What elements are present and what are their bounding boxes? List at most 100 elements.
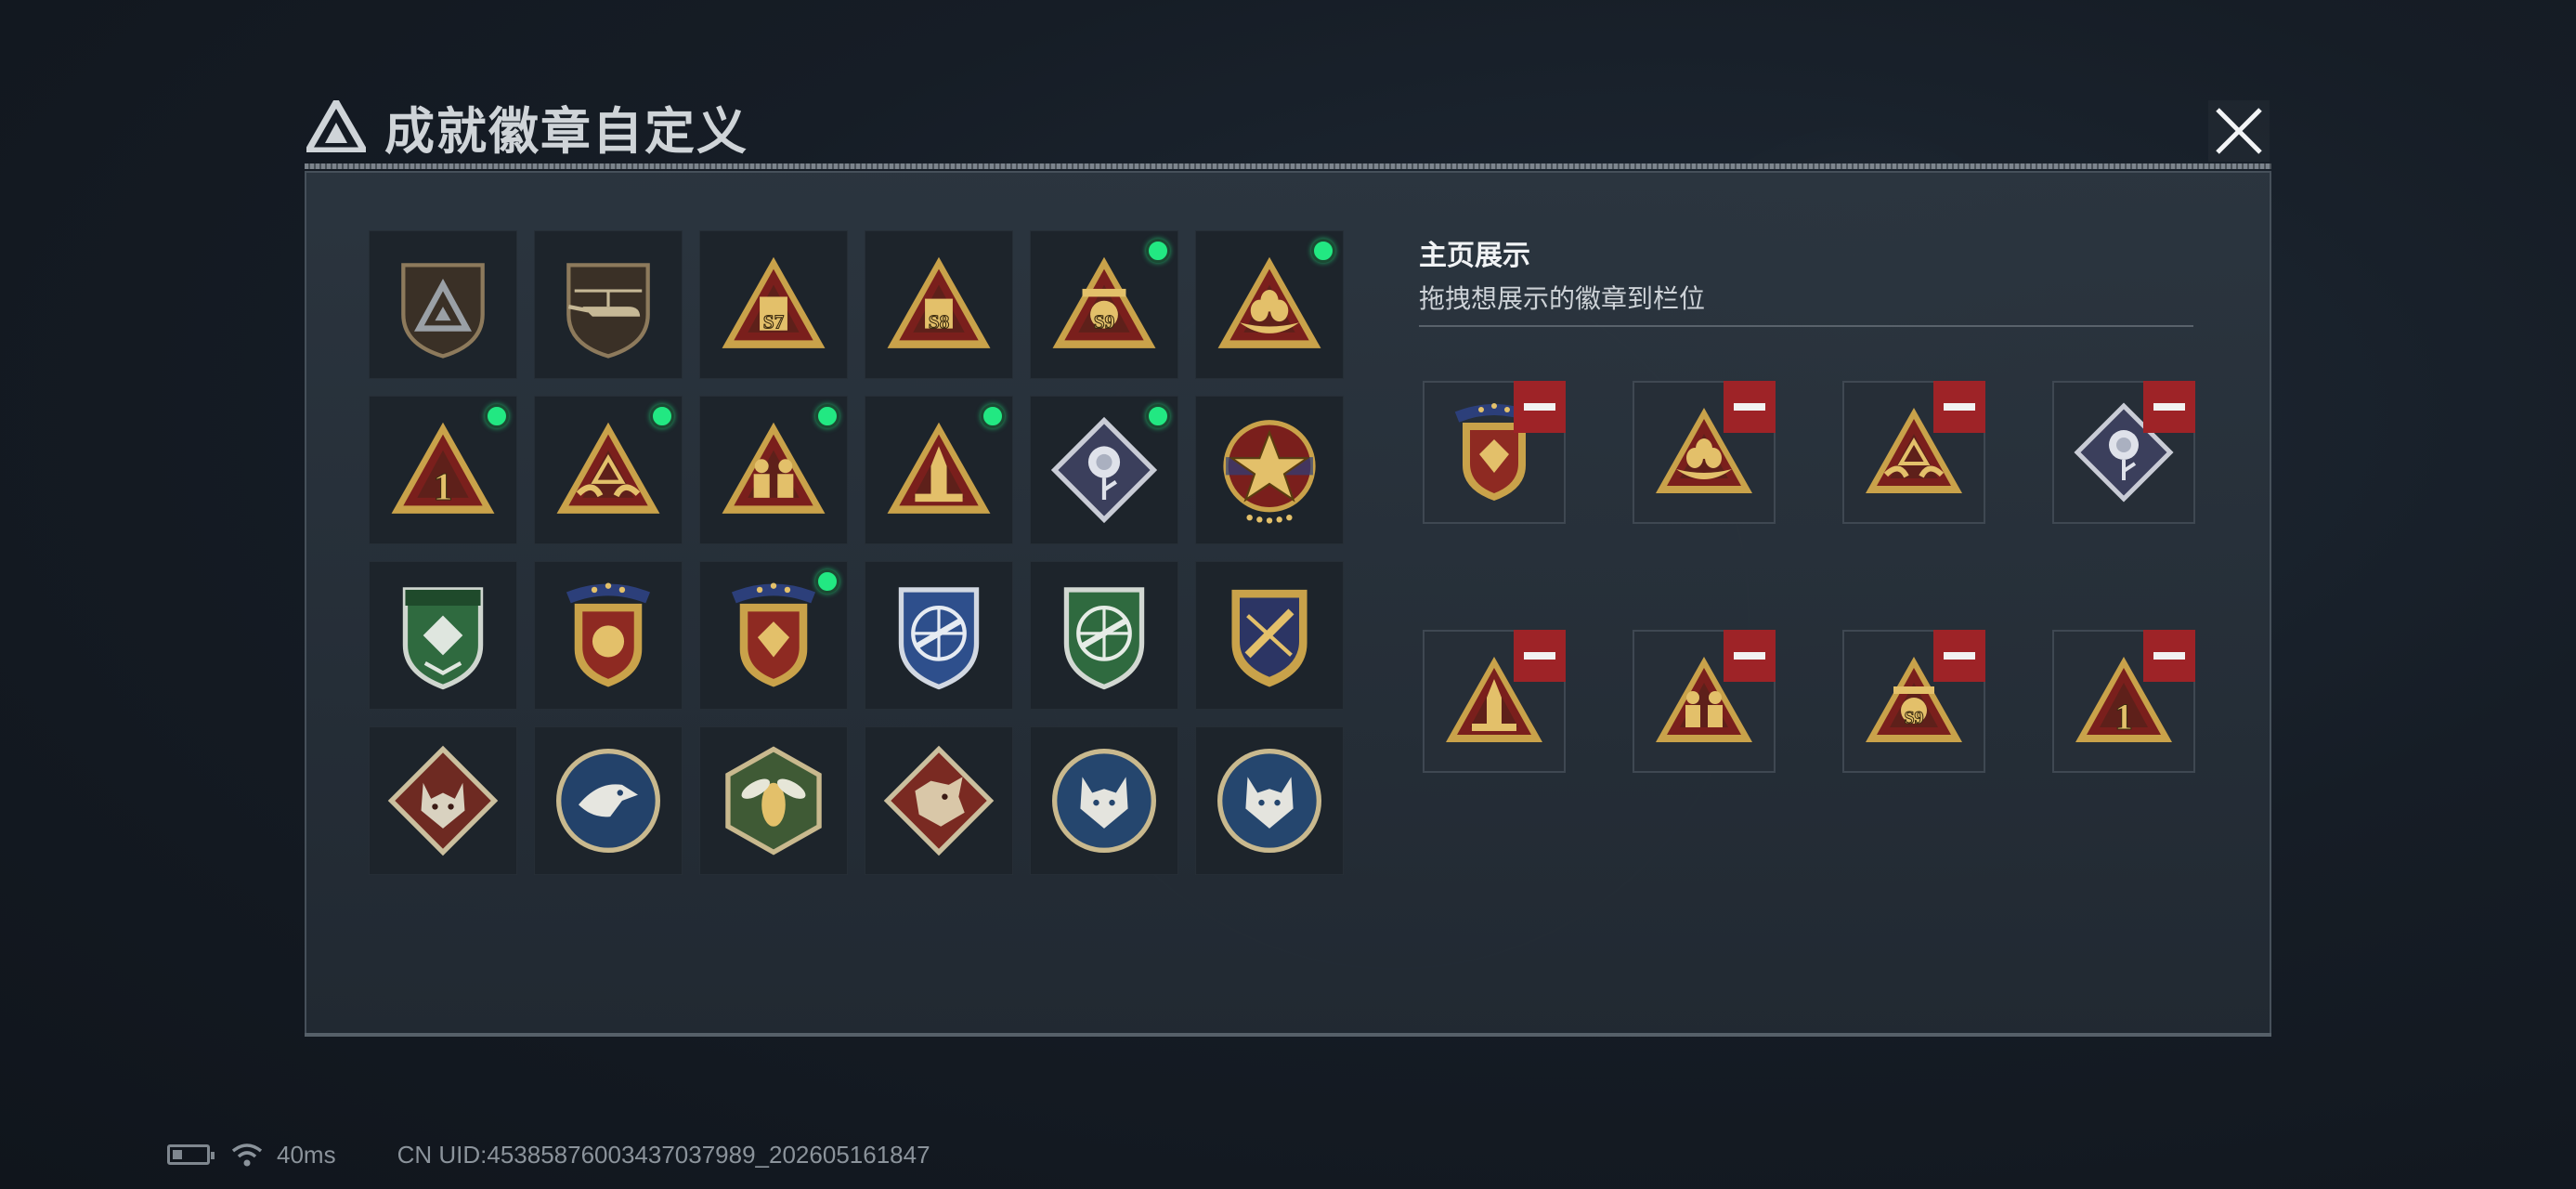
badge-cell[interactable]: S8 <box>865 230 1013 379</box>
status-bar: 40ms CN UID:45385876003437037989_2026051… <box>167 1139 930 1170</box>
new-badge-indicator <box>815 569 839 594</box>
badge-cell[interactable] <box>369 726 517 875</box>
display-slot[interactable] <box>1423 381 1566 524</box>
remove-slot-button[interactable] <box>2143 630 2195 682</box>
helicopter-badge-icon <box>566 263 650 359</box>
triangle-s8-badge-icon: S8 <box>887 256 991 348</box>
badge-cell[interactable] <box>369 230 517 379</box>
new-badge-indicator <box>981 404 1005 428</box>
minus-icon <box>1734 403 1765 411</box>
navy-rocket-shield-badge-icon <box>1231 589 1308 687</box>
diamond-rose-badge-icon <box>1050 416 1158 524</box>
window-title: 成就徽章自定义 <box>384 103 748 160</box>
star-medal-badge-icon <box>1223 420 1316 524</box>
minus-icon <box>2153 652 2185 660</box>
display-slot[interactable]: 1 <box>2052 630 2195 773</box>
remove-slot-button[interactable] <box>1933 630 1985 682</box>
badge-cell[interactable]: S9 <box>1030 230 1178 379</box>
badge-cell[interactable] <box>699 396 848 544</box>
hexagon-hornet-badge-icon <box>725 746 822 856</box>
minus-icon <box>1734 652 1765 660</box>
triangle-number-one-badge-icon: 1 <box>391 422 495 514</box>
remove-slot-button[interactable] <box>1724 381 1776 433</box>
badge-cell[interactable] <box>1030 726 1178 875</box>
display-slot[interactable] <box>1633 630 1776 773</box>
badge-collection-grid: S7 S8 S9 1 <box>369 230 1344 875</box>
badge-cell[interactable] <box>1030 561 1178 710</box>
badge-cell[interactable] <box>534 726 683 875</box>
badge-cell[interactable] <box>1195 726 1344 875</box>
circle-lynx-badge-icon <box>1217 749 1321 853</box>
triangle-figures-badge-icon <box>722 422 826 514</box>
circle-eagle-badge-icon <box>556 749 660 853</box>
triangle-s7-badge-icon: S7 <box>722 256 826 348</box>
new-badge-indicator <box>485 404 509 428</box>
remove-slot-button[interactable] <box>1933 381 1985 433</box>
display-slot[interactable] <box>1633 381 1776 524</box>
ping-value: 40ms <box>277 1140 336 1169</box>
badge-cell[interactable] <box>1030 396 1178 544</box>
svg-text:S8: S8 <box>929 311 950 333</box>
remove-slot-button[interactable] <box>1724 630 1776 682</box>
display-slot[interactable] <box>2052 381 2195 524</box>
blue-crosshair-shield-badge-icon <box>898 587 980 690</box>
gold-shield-diamond-badge-icon <box>731 582 816 687</box>
close-button[interactable] <box>2208 100 2270 162</box>
triangle-hands-badge-icon <box>556 422 660 514</box>
green-crosshair-shield-badge-icon <box>1063 587 1145 690</box>
badge-cell[interactable] <box>699 561 848 710</box>
green-shield-badge-icon <box>402 587 484 690</box>
badge-cell[interactable] <box>1195 230 1344 379</box>
gold-shield-red-badge-icon <box>566 582 651 687</box>
minus-icon <box>1944 403 1975 411</box>
shield-logo-badge-icon <box>401 263 485 359</box>
diamond-dragon-badge-icon <box>883 745 995 856</box>
title-divider <box>305 163 2271 169</box>
new-badge-indicator <box>650 404 674 428</box>
user-uid: CN UID:45385876003437037989_202605161847 <box>397 1140 930 1169</box>
wifi-icon <box>231 1143 263 1167</box>
new-badge-indicator <box>1146 404 1170 428</box>
badge-cell[interactable] <box>865 726 1013 875</box>
badge-cell[interactable] <box>865 561 1013 710</box>
svg-text:1: 1 <box>433 465 452 509</box>
minus-icon <box>2153 403 2185 411</box>
badge-cell[interactable] <box>699 726 848 875</box>
minus-icon <box>1524 403 1555 411</box>
new-badge-indicator <box>815 404 839 428</box>
badge-cell[interactable] <box>1195 396 1344 544</box>
badge-cell[interactable] <box>534 396 683 544</box>
triangle-s9-badge-icon: S9 <box>1052 256 1156 348</box>
close-icon <box>2216 108 2262 154</box>
svg-text:1: 1 <box>2114 696 2133 738</box>
svg-text:S9: S9 <box>1904 708 1923 728</box>
display-slot[interactable] <box>1842 381 1985 524</box>
display-section-title: 主页展示 <box>1419 241 1530 271</box>
new-badge-indicator <box>1311 239 1335 263</box>
diamond-wolf-badge-icon <box>387 745 499 856</box>
badge-cell[interactable] <box>534 230 683 379</box>
display-section-hint: 拖拽想展示的徽章到栏位 <box>1419 284 1706 313</box>
svg-text:S9: S9 <box>1094 311 1115 333</box>
remove-slot-button[interactable] <box>1514 381 1566 433</box>
badge-cell[interactable] <box>1195 561 1344 710</box>
badge-cell[interactable] <box>534 561 683 710</box>
display-section-divider <box>1419 325 2193 327</box>
minus-icon <box>1944 652 1975 660</box>
triangle-rocket-badge-icon <box>887 422 991 514</box>
remove-slot-button[interactable] <box>1514 630 1566 682</box>
panel-bottom-edge <box>305 1033 2271 1037</box>
badge-cell[interactable]: S7 <box>699 230 848 379</box>
minus-icon <box>1524 652 1555 660</box>
remove-slot-button[interactable] <box>2143 381 2195 433</box>
display-slot[interactable]: S9 <box>1842 630 1985 773</box>
new-badge-indicator <box>1146 239 1170 263</box>
svg-text:S7: S7 <box>763 311 785 333</box>
badge-cell[interactable] <box>369 561 517 710</box>
badge-cell[interactable] <box>865 396 1013 544</box>
circle-lynx-badge-icon <box>1052 749 1156 853</box>
delta-logo-icon <box>306 100 366 152</box>
window-header: 成就徽章自定义 <box>306 93 748 160</box>
badge-cell[interactable]: 1 <box>369 396 517 544</box>
display-slot[interactable] <box>1423 630 1566 773</box>
